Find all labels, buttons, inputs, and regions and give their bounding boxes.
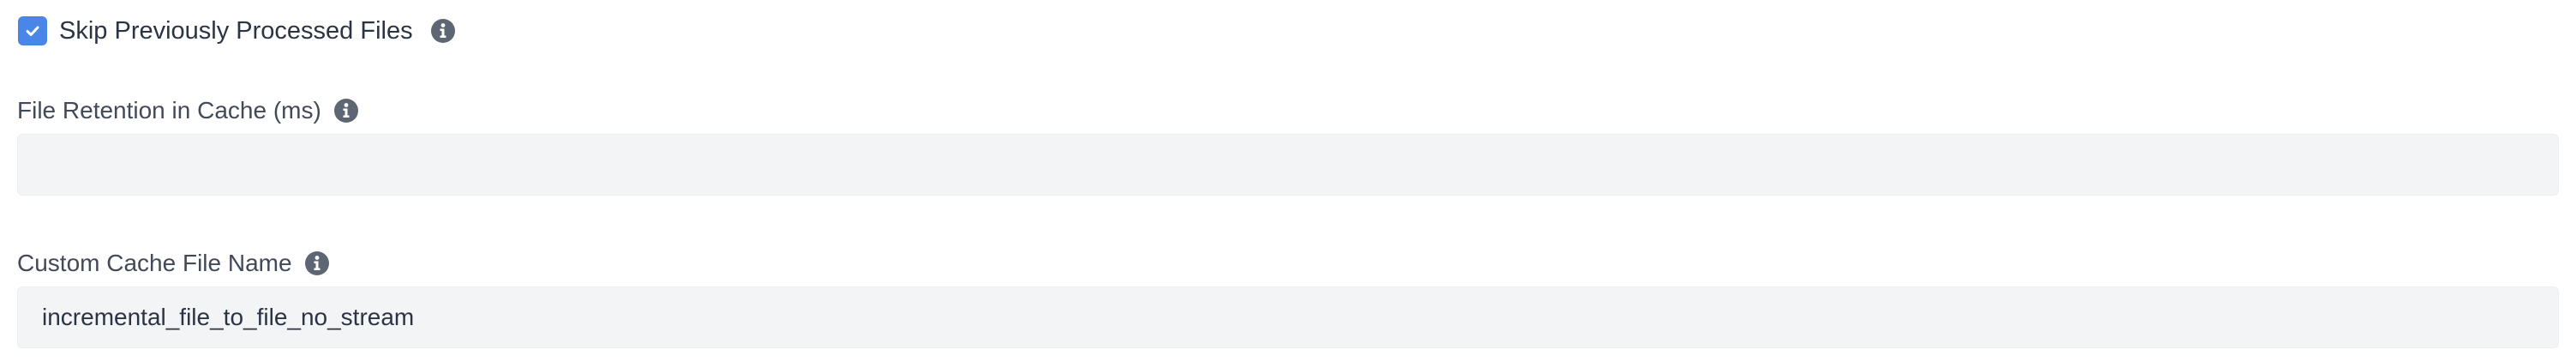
skip-processed-files-row: Skip Previously Processed Files [18,14,456,48]
checkmark-icon [26,26,39,36]
info-icon[interactable] [430,18,456,44]
info-icon[interactable] [304,250,330,276]
file-retention-label-row: File Retention in Cache (ms) [17,94,359,128]
form-section: Skip Previously Processed Files File Ret… [0,0,2576,362]
skip-processed-files-checkbox[interactable] [18,16,47,45]
file-retention-input[interactable] [17,134,2559,196]
custom-cache-file-name-label: Custom Cache File Name [17,250,292,276]
skip-processed-files-label: Skip Previously Processed Files [59,16,413,45]
custom-cache-file-name-input[interactable] [17,287,2559,348]
custom-cache-file-name-label-row: Custom Cache File Name [17,246,330,281]
file-retention-label: File Retention in Cache (ms) [17,97,321,124]
info-icon[interactable] [333,98,359,124]
